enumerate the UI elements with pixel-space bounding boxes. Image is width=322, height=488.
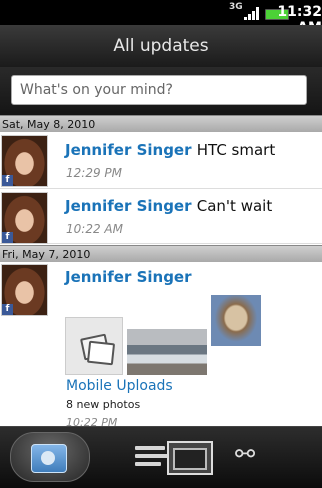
post-time: 10:22 AM [66, 222, 123, 236]
contact-card-icon [31, 444, 67, 473]
status-composer [0, 67, 322, 115]
people-tab[interactable] [10, 432, 90, 482]
photos-icon [86, 340, 116, 366]
status-message: HTC smart [196, 141, 276, 159]
picture-frame-icon [167, 441, 213, 475]
post-time: 12:29 PM [66, 166, 122, 180]
album-thumbnail-icon[interactable] [65, 317, 123, 375]
photos-tab[interactable] [165, 432, 213, 482]
status-bar: 3G 11:32 AM [0, 0, 322, 36]
facebook-icon: f [2, 175, 13, 186]
avatar[interactable]: f [1, 264, 48, 316]
author-name[interactable]: Jennifer Singer HTC smart [65, 141, 275, 159]
album-link[interactable]: Mobile Uploads [66, 378, 173, 394]
author-name[interactable]: Jennifer Singer Can't wait [65, 197, 272, 215]
link-chain-icon: ⚯ [235, 440, 256, 468]
post-time: 10:22 PM [66, 416, 118, 426]
updates-feed[interactable]: Sat, May 8, 2010 f Jennifer Singer HTC s… [0, 115, 322, 426]
photo-thumbnail[interactable] [127, 329, 207, 375]
date-header-group-1: Sat, May 8, 2010 [0, 115, 322, 132]
avatar[interactable]: f [1, 135, 48, 187]
date-header-group-2: Fri, May 7, 2010 [0, 245, 322, 262]
feed-item[interactable]: f Jennifer Singer HTC smart 12:29 PM [0, 132, 322, 189]
avatar[interactable]: f [1, 192, 48, 244]
title-bar: All updates [0, 25, 322, 67]
feed-item[interactable]: f Jennifer Singer Can't wait 10:22 AM [0, 189, 322, 244]
photo-count: 8 new photos [66, 398, 141, 411]
network-type: 3G [229, 2, 243, 12]
photo-thumbnail[interactable] [211, 295, 261, 346]
links-tab[interactable]: ⚯ [230, 432, 280, 482]
page-title: All updates [113, 36, 209, 56]
status-update-input[interactable] [11, 75, 307, 105]
status-message: Can't wait [196, 197, 273, 215]
facebook-icon: f [2, 232, 13, 243]
bottom-tab-bar: ⚯ [0, 426, 322, 488]
author-name[interactable]: Jennifer Singer [65, 268, 192, 286]
facebook-icon: f [2, 304, 13, 315]
